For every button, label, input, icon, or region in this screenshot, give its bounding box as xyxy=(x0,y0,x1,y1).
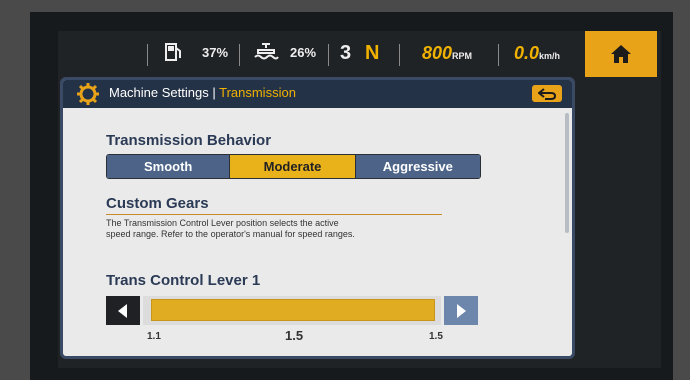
speed-value: 0.0 xyxy=(514,43,540,63)
arrow-right-icon xyxy=(457,303,466,318)
arrow-left-icon xyxy=(118,303,127,318)
option-smooth[interactable]: Smooth xyxy=(107,155,231,178)
panel-title: Machine Settings | Transmission xyxy=(109,85,296,100)
gear-icon xyxy=(77,83,99,105)
fuel-icon xyxy=(164,42,182,69)
speed-unit: km/h xyxy=(539,51,561,61)
lever-slider-fill xyxy=(151,299,435,321)
fuel-level: 37% xyxy=(202,45,229,60)
status-bar: 37% 26% 3 N 800RPM 0.0km/h xyxy=(58,31,661,77)
home-button[interactable] xyxy=(585,31,657,77)
gear-number: 3 xyxy=(340,42,352,64)
def-fluid-icon xyxy=(252,42,280,69)
section-divider xyxy=(106,214,442,215)
custom-gears-description: The Transmission Control Lever position … xyxy=(106,218,466,240)
decrease-button[interactable] xyxy=(106,296,140,325)
home-icon xyxy=(611,45,631,63)
status-divider xyxy=(239,44,240,66)
option-moderate[interactable]: Moderate xyxy=(230,155,356,178)
custom-gears-heading: Custom Gears xyxy=(106,195,209,212)
lever-heading: Trans Control Lever 1 xyxy=(106,272,261,289)
settings-panel: Machine Settings | Transmission Transmis… xyxy=(60,77,575,359)
engine-rpm: 800RPM xyxy=(422,40,472,69)
rpm-unit: RPM xyxy=(452,51,473,61)
description-line: The Transmission Control Lever position … xyxy=(106,218,339,228)
title-prefix: Machine Settings xyxy=(109,85,209,100)
lever-current-label: 1.5 xyxy=(285,328,304,343)
status-divider xyxy=(498,44,499,66)
def-level: 26% xyxy=(290,45,317,60)
title-separator: | xyxy=(208,85,220,100)
back-button[interactable] xyxy=(532,85,562,102)
status-divider xyxy=(147,44,148,66)
status-divider xyxy=(399,44,400,66)
behavior-selector: Smooth Moderate Aggressive xyxy=(106,154,481,179)
ground-speed: 0.0km/h xyxy=(514,40,560,69)
rpm-value: 800 xyxy=(422,43,453,63)
gear-mode: N xyxy=(365,42,380,64)
behavior-heading: Transmission Behavior xyxy=(106,132,272,149)
option-aggressive[interactable]: Aggressive xyxy=(355,155,480,178)
screen: 37% 26% 3 N 800RPM 0.0km/h Machine Setti… xyxy=(58,31,661,368)
panel-header: Machine Settings | Transmission xyxy=(63,80,572,108)
lever-min-label: 1.1 xyxy=(147,331,161,342)
description-line: speed range. Refer to the operator's man… xyxy=(106,229,355,239)
status-divider xyxy=(328,44,329,66)
increase-button[interactable] xyxy=(444,296,478,325)
lever-max-label: 1.5 xyxy=(429,331,443,342)
scrollbar[interactable] xyxy=(565,113,569,233)
return-icon xyxy=(538,87,556,100)
title-section: Transmission xyxy=(219,85,296,100)
